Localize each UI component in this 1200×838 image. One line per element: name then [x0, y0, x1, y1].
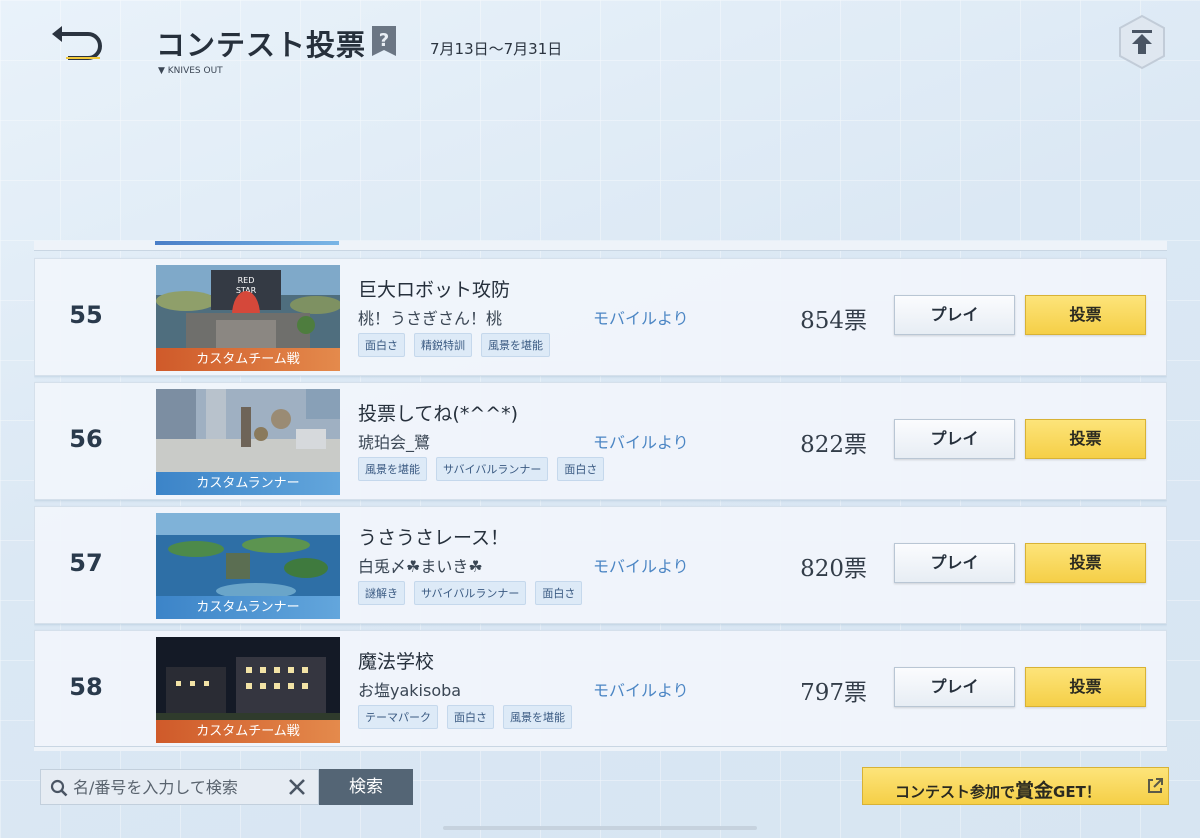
map-title: 魔法学校	[358, 651, 435, 673]
map-thumbnail[interactable]: カスタムランナー	[156, 389, 340, 495]
play-button[interactable]: プレイ	[894, 419, 1015, 459]
vote-count: 822票	[800, 432, 867, 458]
tag: 精鋭特訓	[414, 333, 472, 357]
tag-list: テーマパーク 面白さ 風景を堪能	[358, 705, 572, 729]
tag: テーマパーク	[358, 705, 438, 729]
promo-highlight: 賞金	[1015, 780, 1054, 802]
search-input[interactable]	[73, 770, 283, 804]
back-button[interactable]	[48, 20, 106, 64]
play-button[interactable]: プレイ	[894, 543, 1015, 583]
vote-button[interactable]: 投票	[1025, 419, 1146, 459]
search-box[interactable]	[40, 769, 319, 805]
rank-number: 56	[69, 425, 103, 453]
map-title: 巨大ロボット攻防	[358, 279, 511, 301]
search-button[interactable]: 検索	[319, 769, 413, 805]
scroll-top-icon	[1119, 14, 1165, 70]
svg-text:RED: RED	[238, 276, 255, 285]
external-link-icon	[1148, 778, 1163, 793]
list-item[interactable]: 58 カスタムチーム戦 魔法学校 お塩yakisoba テーマパーク 面白さ 風…	[34, 630, 1167, 748]
source-label: モバイルより	[593, 557, 689, 576]
map-thumbnail[interactable]: RED STAR カスタムチーム戦	[156, 265, 340, 371]
tag: 風景を堪能	[503, 705, 572, 729]
mode-label: カスタムランナー	[156, 472, 340, 495]
svg-text:?: ?	[379, 30, 389, 51]
vote-count: 820票	[800, 556, 867, 582]
vote-count: 797票	[800, 680, 867, 706]
thumbnail-edge	[155, 241, 339, 245]
tag: 謎解き	[358, 581, 405, 605]
rank-number: 58	[69, 673, 103, 701]
tag: 風景を堪能	[358, 457, 427, 481]
play-button[interactable]: プレイ	[894, 295, 1015, 335]
page-subtitle: ▼ KNIVES OUT	[158, 66, 223, 76]
map-thumbnail[interactable]: カスタムチーム戦	[156, 637, 340, 743]
tag: サバイバルランナー	[414, 581, 527, 605]
back-arrow-icon	[52, 26, 102, 60]
help-button[interactable]: ?	[370, 24, 398, 58]
mode-label: カスタムチーム戦	[156, 720, 340, 743]
vote-button[interactable]: 投票	[1025, 667, 1146, 707]
page-title: コンテスト投票	[156, 28, 367, 62]
mode-label: カスタムランナー	[156, 596, 340, 619]
list-item[interactable]: 57 カスタムランナー うさうさレース！ 白兎〆☘まいき☘ 謎解き サバイバルラ…	[34, 506, 1167, 624]
vote-button[interactable]: 投票	[1025, 543, 1146, 583]
author-name: 琥珀会_鷺	[358, 433, 431, 452]
mode-label: カスタムチーム戦	[156, 348, 340, 371]
play-button[interactable]: プレイ	[894, 667, 1015, 707]
tag: サバイバルランナー	[436, 457, 549, 481]
tag: 面白さ	[358, 333, 405, 357]
author-name: 白兎〆☘まいき☘	[358, 557, 483, 576]
list-item[interactable]: 56 カスタムランナー 投票してね(*^^*) 琥珀会_鷺 風景を堪能 サバイバ…	[34, 382, 1167, 500]
promo-prefix: コンテスト参加で	[895, 783, 1016, 801]
contest-list[interactable]: 55 RED STAR カスタムチーム戦 巨大ロボット攻防 桃！うさぎさん！桃 …	[34, 241, 1167, 751]
tag: 面白さ	[447, 705, 494, 729]
author-name: 桃！うさぎさん！桃	[358, 309, 503, 328]
rank-number: 55	[69, 301, 103, 329]
vote-count: 854票	[800, 308, 867, 334]
tag: 面白さ	[535, 581, 583, 605]
contest-entry-button[interactable]: コンテスト参加で賞金GET！	[862, 767, 1169, 805]
map-thumbnail[interactable]: カスタムランナー	[156, 513, 340, 619]
promo-suffix: GET！	[1053, 783, 1101, 801]
scroll-top-button[interactable]	[1118, 14, 1166, 70]
map-title: 投票してね(*^^*)	[358, 403, 519, 425]
tag-list: 面白さ 精鋭特訓 風景を堪能	[358, 333, 550, 357]
rank-number: 57	[69, 549, 103, 577]
map-title: うさうさレース！	[358, 527, 510, 549]
list-item[interactable]: 55 RED STAR カスタムチーム戦 巨大ロボット攻防 桃！うさぎさん！桃 …	[34, 258, 1167, 376]
clear-icon[interactable]	[287, 777, 307, 797]
home-indicator	[443, 826, 757, 830]
source-label: モバイルより	[593, 681, 689, 700]
vote-button[interactable]: 投票	[1025, 295, 1146, 335]
tag-list: 謎解き サバイバルランナー 面白さ	[358, 581, 583, 605]
source-label: モバイルより	[593, 309, 689, 328]
source-label: モバイルより	[593, 433, 689, 452]
date-range: 7月13日〜7月31日	[430, 40, 563, 58]
title-block: コンテスト投票 ▼ KNIVES OUT	[156, 22, 366, 76]
list-item-partial	[34, 241, 1167, 251]
tag: 面白さ	[557, 457, 605, 481]
list-item-partial	[34, 746, 1167, 751]
tag: 風景を堪能	[481, 333, 550, 357]
tag-list: 風景を堪能 サバイバルランナー 面白さ	[358, 457, 605, 481]
promo-label: コンテスト参加で賞金GET！	[895, 776, 1101, 803]
search-icon	[50, 779, 68, 797]
help-icon: ?	[372, 26, 396, 56]
author-name: お塩yakisoba	[358, 681, 462, 700]
